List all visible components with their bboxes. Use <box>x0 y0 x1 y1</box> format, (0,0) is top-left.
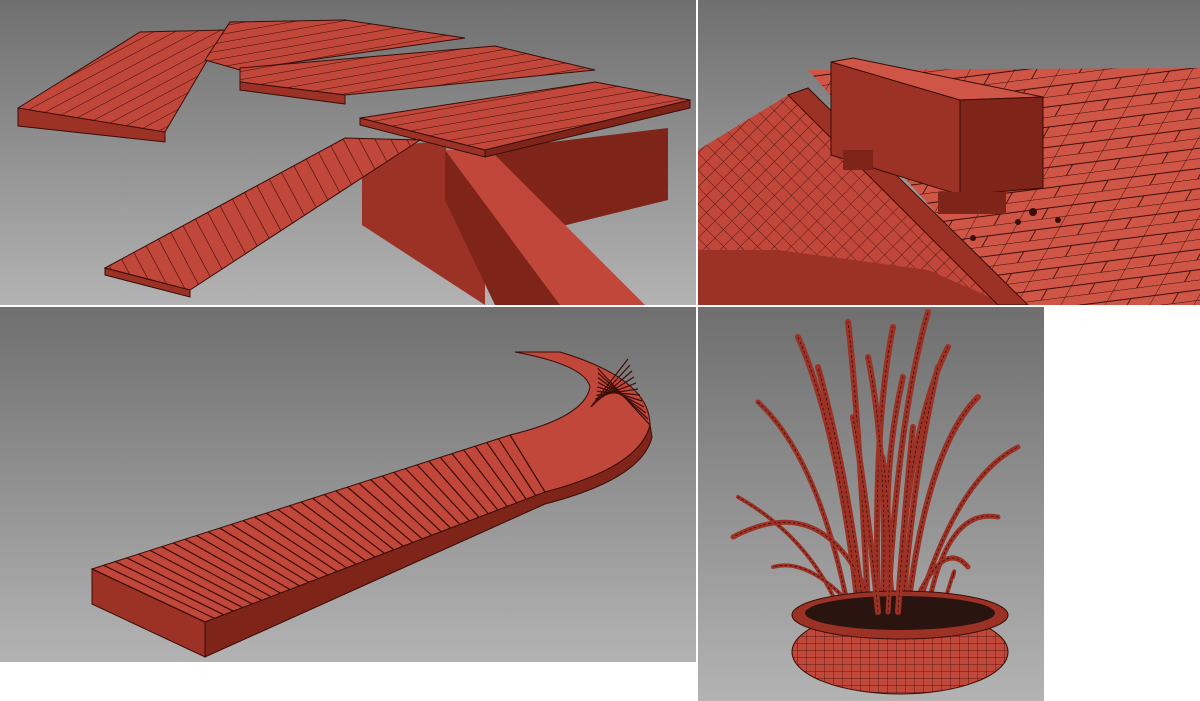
bench-leg-back <box>843 150 873 170</box>
curved-boardwalk-render <box>0 307 696 662</box>
potted-grass-render <box>698 307 1044 701</box>
viewport-bench-on-paving <box>698 0 1200 305</box>
bench-leg <box>938 192 1006 214</box>
pebble <box>1015 219 1021 225</box>
bench-on-paving-render <box>698 0 1200 305</box>
pebble <box>1055 217 1061 223</box>
viewport-deck-with-ramp <box>0 0 696 305</box>
pebble <box>970 235 976 241</box>
viewport-potted-grass <box>698 307 1044 701</box>
empty-area <box>0 662 698 701</box>
bench-end <box>959 96 1044 196</box>
empty-area <box>1044 307 1200 701</box>
pebble <box>1029 208 1037 216</box>
deck-with-ramp-render <box>0 0 696 305</box>
viewport-curved-boardwalk <box>0 307 696 662</box>
